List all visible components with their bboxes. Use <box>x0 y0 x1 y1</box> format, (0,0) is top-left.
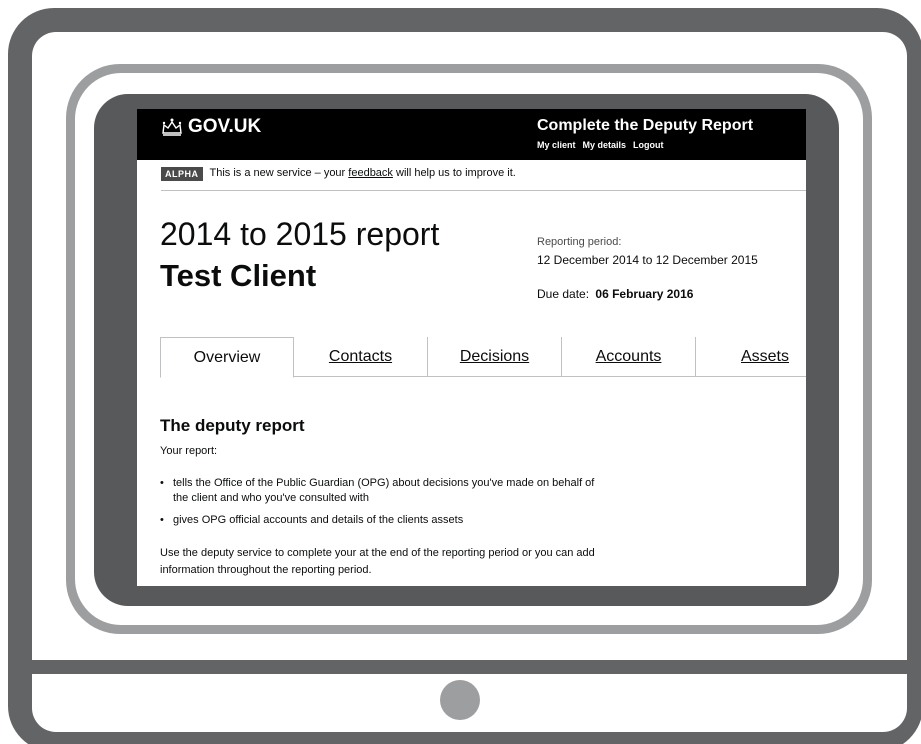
my-details-link[interactable]: My details <box>583 140 627 150</box>
tab-label: Overview <box>193 348 261 366</box>
tab-accounts[interactable]: Accounts <box>562 337 696 377</box>
tab-label: Contacts <box>328 348 393 365</box>
due-date: Due date: 06 February 2016 <box>537 287 693 301</box>
report-tabs: Overview Contacts Decisions Accounts Ass… <box>160 337 806 378</box>
my-client-link[interactable]: My client <box>537 140 576 150</box>
tab-decisions[interactable]: Decisions <box>428 337 562 377</box>
service-title[interactable]: Complete the Deputy Report <box>537 117 753 135</box>
logout-link[interactable]: Logout <box>633 140 664 150</box>
phase-text-before: This is a new service – your <box>209 167 349 179</box>
list-item: tells the Office of the Public Guardian … <box>160 476 610 506</box>
logo-text: GOV.UK <box>188 116 262 137</box>
govuk-logo[interactable]: GOV.UK <box>161 116 261 138</box>
tab-label: Decisions <box>459 348 530 365</box>
tab-overview[interactable]: Overview <box>160 337 294 378</box>
client-name: Test Client <box>160 258 317 293</box>
tab-contacts[interactable]: Contacts <box>294 337 428 377</box>
tab-label: Assets <box>740 348 789 365</box>
report-title: 2014 to 2015 report <box>160 216 440 252</box>
gov-header: GOV.UK Complete the Deputy Report My cli… <box>137 109 806 160</box>
report-bullets: tells the Office of the Public Guardian … <box>160 476 610 535</box>
tab-assets[interactable]: Assets <box>696 337 805 377</box>
feedback-link[interactable]: feedback <box>348 167 393 179</box>
reporting-period-value: 12 December 2014 to 12 December 2015 <box>537 253 758 267</box>
phase-text-after: will help us to improve it. <box>392 167 516 179</box>
header-nav: My client My details Logout <box>537 140 664 150</box>
frame-divider <box>32 660 907 674</box>
section-heading: The deputy report <box>160 416 305 435</box>
due-date-value: 06 February 2016 <box>595 287 694 301</box>
crown-icon <box>162 118 182 136</box>
closing-text: Use the deputy service to complete your … <box>160 547 595 576</box>
tab-label: Accounts <box>595 348 662 365</box>
intro-text: Your report: <box>160 445 218 457</box>
home-button[interactable] <box>440 680 480 720</box>
browser-screen: GOV.UK Complete the Deputy Report My cli… <box>137 109 806 586</box>
due-date-label: Due date: <box>537 287 590 301</box>
phase-banner: ALPHA This is a new service – your feedb… <box>161 167 806 191</box>
list-item: gives OPG official accounts and details … <box>160 513 610 528</box>
reporting-period-label: Reporting period: <box>537 236 622 248</box>
alpha-tag: ALPHA <box>161 167 203 181</box>
